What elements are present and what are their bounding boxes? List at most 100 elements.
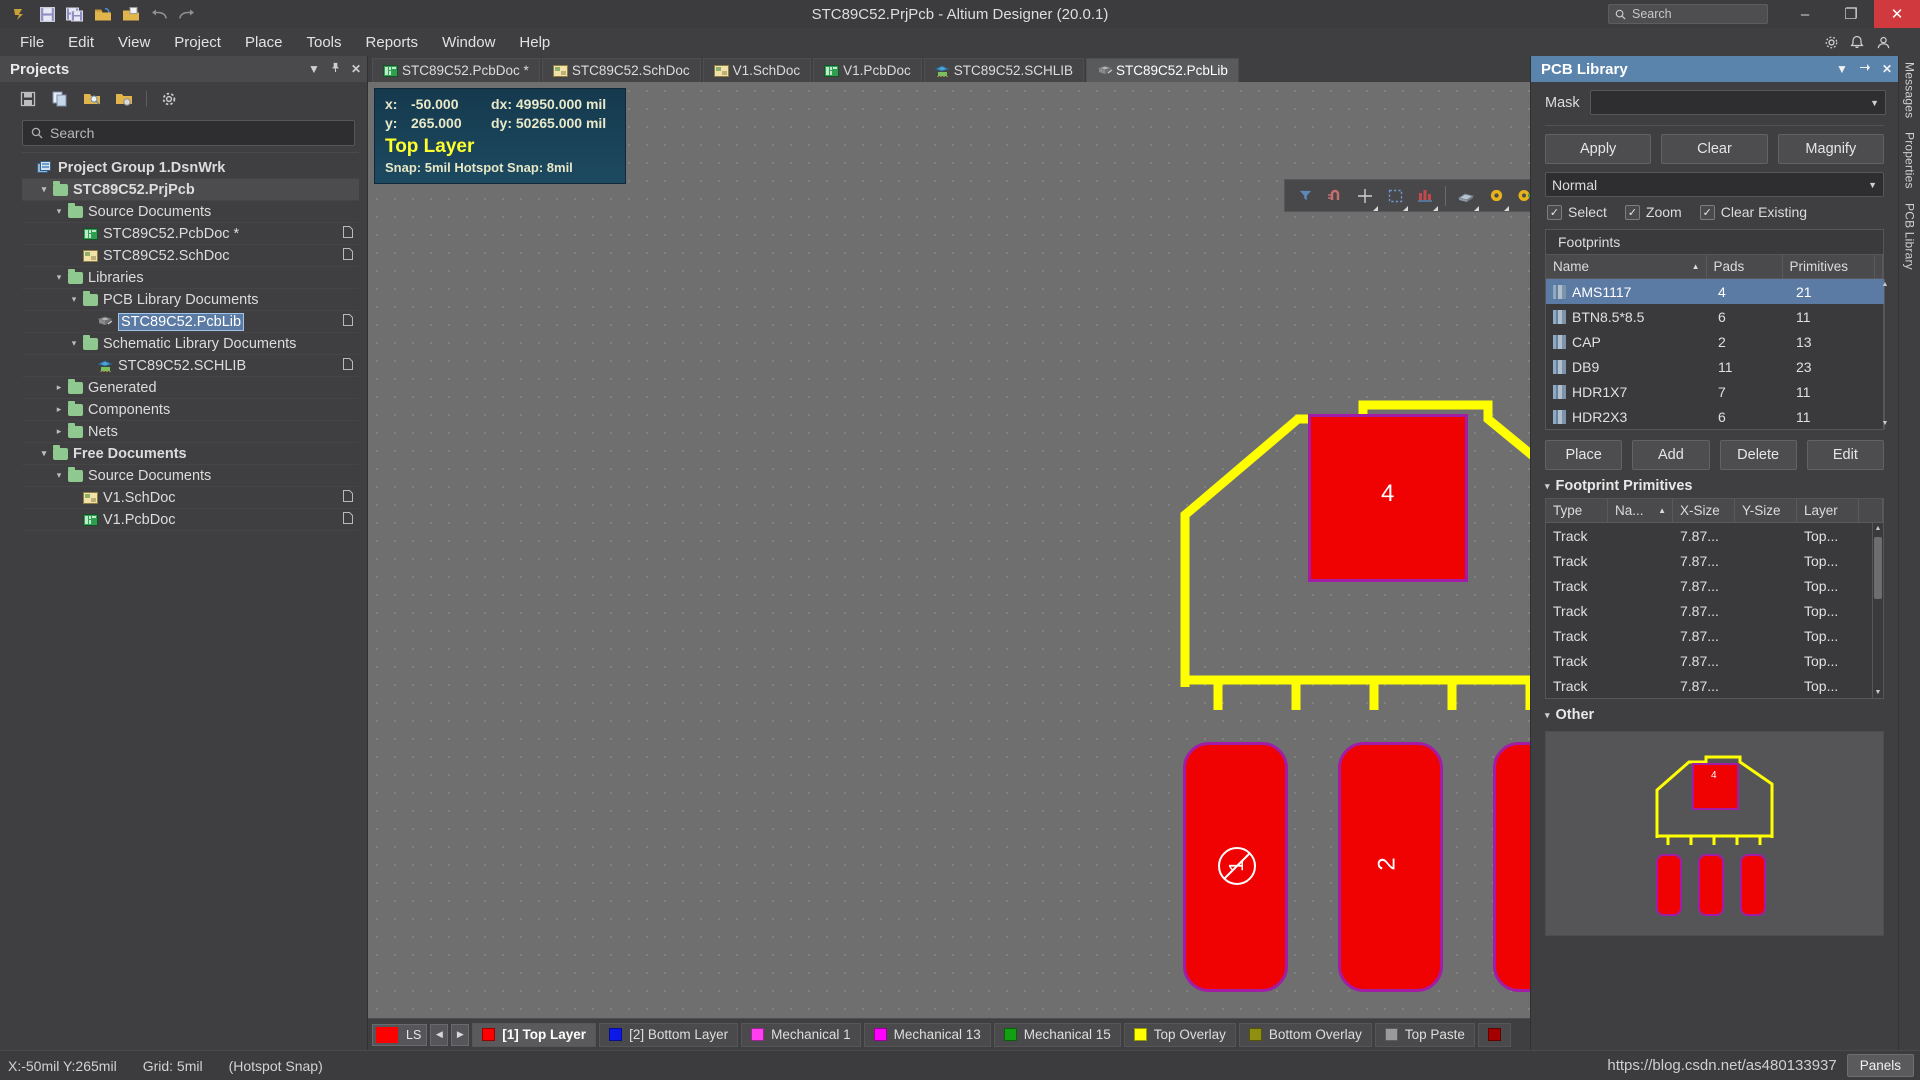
zoom-checkbox[interactable]: ✓ Zoom — [1625, 204, 1682, 220]
undo-icon[interactable] — [146, 3, 172, 25]
clear-button[interactable]: Clear — [1661, 134, 1767, 164]
redo-icon[interactable] — [174, 3, 200, 25]
mask-dropdown[interactable]: ▼ — [1590, 90, 1886, 115]
dock-tab-messages[interactable]: Messages — [1903, 62, 1917, 118]
project-tree[interactable]: Project Group 1.DsnWrk▾STC89C52.PrjPcb▾S… — [22, 152, 359, 1050]
layer-prev-button[interactable]: ◀ — [430, 1024, 448, 1046]
open-project-search-icon[interactable] — [82, 89, 102, 109]
menu-place[interactable]: Place — [233, 31, 295, 54]
layer-tab-mechanical-13[interactable]: Mechanical 13 — [864, 1023, 991, 1047]
primitive-row[interactable]: Track7.87...Top... — [1546, 648, 1872, 673]
open-project-icon[interactable] — [118, 3, 144, 25]
select-area-icon[interactable] — [1381, 183, 1409, 209]
open-folder-icon[interactable] — [90, 3, 116, 25]
apply-button[interactable]: Apply — [1545, 134, 1651, 164]
layer-tab-bar[interactable]: LS◀▶[1] Top Layer[2] Bottom LayerMechani… — [368, 1018, 1530, 1050]
primitives-rows[interactable]: Track7.87...Top...Track7.87...Top...Trac… — [1546, 523, 1872, 698]
primitives-col-ysize[interactable]: Y-Size — [1735, 499, 1797, 522]
mask-mode-dropdown[interactable]: Normal ▼ — [1545, 172, 1884, 197]
footprints-rows[interactable]: AMS1117421BTN8.5*8.5611CAP213DB91123HDR1… — [1546, 279, 1884, 429]
footprint-row[interactable]: BTN8.5*8.5611 — [1546, 304, 1884, 329]
expand-triangle-down-icon[interactable]: ▾ — [37, 448, 51, 459]
tree-item-stc89c52-pcbdoc[interactable]: STC89C52.PcbDoc * — [22, 223, 359, 245]
primitive-row[interactable]: Track7.87...Top... — [1546, 598, 1872, 623]
menu-file[interactable]: File — [8, 31, 56, 54]
panels-button[interactable]: Panels — [1847, 1054, 1914, 1077]
footprint-row[interactable]: HDR1X7711 — [1546, 379, 1884, 404]
compile-documents-icon[interactable] — [50, 89, 70, 109]
user-account-icon[interactable] — [1872, 31, 1894, 53]
settings-gear-icon[interactable] — [1820, 31, 1842, 53]
expand-triangle-down-icon[interactable]: ▾ — [52, 272, 66, 283]
place-track-3d-icon[interactable] — [1452, 183, 1480, 209]
magnify-button[interactable]: Magnify — [1778, 134, 1884, 164]
select-checkbox[interactable]: ✓ Select — [1547, 204, 1607, 220]
crosshair-origin-icon[interactable] — [1351, 183, 1379, 209]
panel-dropdown-icon[interactable]: ▼ — [1836, 62, 1848, 76]
clear-existing-checkbox[interactable]: ✓ Clear Existing — [1700, 204, 1807, 220]
tree-item-stc89c52-pcblib[interactable]: STC89C52.PcbLib — [22, 311, 359, 333]
primitive-row[interactable]: Track7.87...Top... — [1546, 623, 1872, 648]
menu-view[interactable]: View — [106, 31, 162, 54]
scroll-up-arrow-icon[interactable]: ▲ — [1873, 523, 1883, 534]
filter-icon[interactable] — [1291, 183, 1319, 209]
tree-item-libraries[interactable]: ▾Libraries — [22, 267, 359, 289]
layer-tab-2-bottom-layer[interactable]: [2] Bottom Layer — [599, 1023, 738, 1047]
panel-pin-icon[interactable] — [330, 62, 341, 76]
primitives-grid[interactable]: Type Na... ▲ X-Size Y-Size Layer Track7.… — [1545, 498, 1884, 699]
altium-logo-icon[interactable] — [6, 3, 32, 25]
tree-item-generated[interactable]: ▸Generated — [22, 377, 359, 399]
settings-gear-icon[interactable] — [159, 89, 179, 109]
projects-search-input[interactable]: Search — [22, 120, 355, 146]
tree-item-components[interactable]: ▸Components — [22, 399, 359, 421]
footprints-col-name[interactable]: Name ▲ — [1546, 255, 1707, 278]
document-tab-stc89c52-schlib[interactable]: STC89C52.SCHLIB — [924, 58, 1084, 82]
scroll-down-arrow-icon[interactable]: ▼ — [1873, 687, 1883, 698]
expand-triangle-down-icon[interactable]: ▾ — [52, 470, 66, 481]
primitive-row[interactable]: Track7.87...Top... — [1546, 673, 1872, 698]
footprints-scrollbar[interactable]: ▲ ▼ — [1884, 279, 1885, 429]
layer-tab-bottom-overlay[interactable]: Bottom Overlay — [1239, 1023, 1372, 1047]
layer-tab-1-top-layer[interactable]: [1] Top Layer — [472, 1023, 596, 1047]
document-tab-stc89c52-schdoc[interactable]: STC89C52.SchDoc — [542, 58, 701, 82]
primitives-col-type[interactable]: Type — [1546, 499, 1608, 522]
expand-triangle-right-icon[interactable]: ▸ — [52, 426, 66, 437]
footprint-preview[interactable]: 4 — [1545, 731, 1884, 936]
expand-triangle-down-icon[interactable]: ▾ — [67, 338, 81, 349]
menu-tools[interactable]: Tools — [295, 31, 354, 54]
pad-3[interactable] — [1493, 742, 1530, 992]
layer-tab-more[interactable] — [1478, 1023, 1511, 1047]
document-tab-stc89c52-pcbdoc[interactable]: STC89C52.PcbDoc * — [372, 58, 540, 82]
footprints-col-primitives[interactable]: Primitives — [1783, 255, 1876, 278]
tree-item-source-documents[interactable]: ▾Source Documents — [22, 201, 359, 223]
layer-next-button[interactable]: ▶ — [451, 1024, 469, 1046]
tree-item-stc89c52-schlib[interactable]: STC89C52.SCHLIB — [22, 355, 359, 377]
minimize-button[interactable]: – — [1782, 0, 1828, 28]
tree-item-v1-pcbdoc[interactable]: V1.PcbDoc — [22, 509, 359, 531]
expand-triangle-right-icon[interactable]: ▸ — [52, 404, 66, 415]
tree-item-stc89c52-schdoc[interactable]: STC89C52.SchDoc — [22, 245, 359, 267]
primitives-col-layer[interactable]: Layer — [1797, 499, 1859, 522]
panel-close-icon[interactable]: ✕ — [351, 62, 361, 76]
save-all-icon[interactable] — [62, 3, 88, 25]
menu-help[interactable]: Help — [507, 31, 562, 54]
notifications-bell-icon[interactable] — [1846, 31, 1868, 53]
panel-pin-icon[interactable] — [1859, 62, 1871, 76]
footprint-row[interactable]: HDR2X3611 — [1546, 404, 1884, 429]
menu-reports[interactable]: Reports — [354, 31, 431, 54]
primitive-row[interactable]: Track7.87...Top... — [1546, 523, 1872, 548]
primitives-scrollbar[interactable]: ▲ ▼ — [1872, 523, 1883, 698]
layer-tab-top-paste[interactable]: Top Paste — [1375, 1023, 1475, 1047]
delete-button[interactable]: Delete — [1720, 440, 1797, 470]
save-icon[interactable] — [34, 3, 60, 25]
primitive-row[interactable]: Track7.87...Top... — [1546, 548, 1872, 573]
footprint-row[interactable]: CAP213 — [1546, 329, 1884, 354]
place-via-icon[interactable] — [1512, 183, 1530, 209]
tree-item-nets[interactable]: ▸Nets — [22, 421, 359, 443]
scrollbar-thumb[interactable] — [1874, 537, 1882, 599]
magnet-snap-icon[interactable] — [1321, 183, 1349, 209]
dock-tab-properties[interactable]: Properties — [1903, 132, 1917, 189]
global-search-input[interactable]: Search — [1608, 4, 1768, 24]
other-section-title[interactable]: ▾ Other — [1531, 699, 1898, 727]
pcb-placement-toolbar[interactable]: A 10 — [1284, 179, 1530, 212]
